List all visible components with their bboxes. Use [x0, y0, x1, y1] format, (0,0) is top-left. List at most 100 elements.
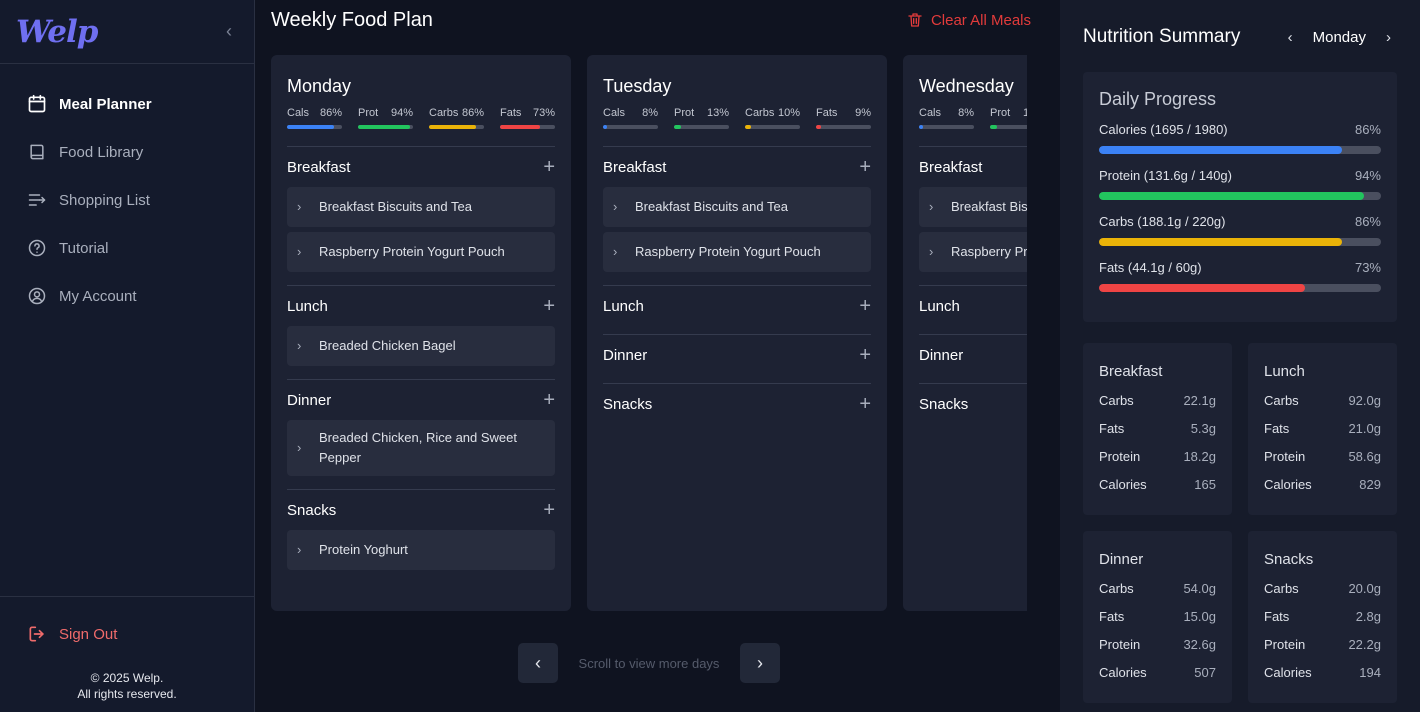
macro-percent: 13%: [706, 107, 729, 119]
prev-day-button[interactable]: ‹: [1282, 29, 1299, 46]
next-day-button[interactable]: ›: [1380, 29, 1397, 46]
nutrient-label: Fats: [1099, 609, 1125, 624]
food-item[interactable]: › Breaded Chicken, Rice and Sweet Pepper: [287, 420, 555, 476]
nutrition-summary-panel: Nutrition Summary ‹ Monday › Daily Progr…: [1060, 0, 1420, 712]
nutrient-label: Carbs: [1099, 581, 1134, 596]
nutrient-value: 2.8g: [1355, 609, 1381, 624]
welp-logo[interactable]: Welp: [16, 14, 98, 50]
progress-bar: [1099, 238, 1381, 246]
sidebar-item-food-library[interactable]: Food Library: [0, 128, 254, 176]
clear-all-meals-label: Clear All Meals: [930, 11, 1031, 29]
food-item[interactable]: › Raspberry Protein Yogurt Pouch: [919, 232, 1027, 272]
meal-summary-snacks: Snacks Carbs 20.0g Fats 2.8g Protein 22.2g Calo…: [1248, 531, 1397, 703]
add-food-plus-icon[interactable]: +: [859, 394, 871, 414]
chevron-right-icon: ›: [297, 244, 302, 259]
chevron-right-icon: ›: [929, 199, 934, 214]
meal-section-lunch: Lunch + › Breaded Chicken Bagel: [287, 286, 555, 380]
add-food-plus-icon[interactable]: +: [859, 345, 871, 365]
macro-progress-fill: [500, 125, 541, 129]
meal-section-breakfast: Breakfast + › Breakfast Biscuits and Tea › Ra…: [603, 147, 871, 286]
add-food-plus-icon[interactable]: +: [543, 157, 555, 177]
food-item[interactable]: › Protein Yoghurt: [287, 530, 555, 570]
progress-fill: [1099, 146, 1342, 154]
macro-label: Carbs: [745, 107, 775, 119]
macro-percent: 86%: [319, 107, 342, 119]
nutrient-row: Fats 5.3g: [1099, 421, 1216, 449]
food-item[interactable]: › Raspberry Protein Yogurt Pouch: [603, 232, 871, 272]
add-food-plus-icon[interactable]: +: [543, 390, 555, 410]
calendar-icon: [28, 94, 46, 113]
food-item-name: Breakfast Biscuits and Tea: [951, 199, 1027, 214]
nutrient-value: 20.0g: [1348, 581, 1381, 596]
nutrient-row: Protein 32.6g: [1099, 637, 1216, 665]
sidebar-item-tutorial[interactable]: Tutorial: [0, 224, 254, 272]
macro-header: Carbs 86%: [429, 107, 484, 121]
food-item[interactable]: › Breakfast Biscuits and Tea: [919, 187, 1027, 227]
days-scroll-area[interactable]: Monday Cals 86% Prot 94% Carbs 86% Fats 73% Break…: [271, 55, 1027, 611]
food-item-name: Breaded Chicken Bagel: [319, 338, 456, 353]
sign-out-button[interactable]: Sign Out: [0, 597, 254, 671]
nutrient-row: Fats 2.8g: [1264, 609, 1381, 637]
macro-label: Prot: [358, 107, 379, 119]
sidebar-item-label: Tutorial: [59, 239, 109, 257]
app: Welp ‹ Meal Planner Food Library Shoppin…: [0, 0, 1420, 712]
clear-all-meals-button[interactable]: Clear All Meals: [907, 12, 1031, 29]
scroll-prev-button[interactable]: ‹: [518, 643, 558, 683]
macro-label: Cals: [603, 107, 626, 119]
meal-title: Lunch: [919, 297, 960, 315]
food-item-name: Protein Yoghurt: [319, 542, 408, 557]
meal-section-dinner: Dinner +: [603, 335, 871, 384]
copyright: © 2025 Welp. All rights reserved.: [0, 670, 254, 702]
meal-title: Lunch: [287, 297, 328, 315]
meal-header: Breakfast +: [287, 147, 555, 187]
meal-header: Lunch+: [919, 286, 1027, 326]
scroll-hint: Scroll to view more days: [578, 655, 720, 671]
book-icon: [30, 144, 44, 160]
macro-progress-bar: [990, 125, 1027, 129]
food-item[interactable]: › Raspberry Protein Yogurt Pouch: [287, 232, 555, 272]
nutrient-row: Carbs 54.0g: [1099, 581, 1216, 609]
nutrient-label: Protein: [1099, 637, 1141, 652]
meal-header: Breakfast +: [603, 147, 871, 187]
food-item[interactable]: › Breakfast Biscuits and Tea: [603, 187, 871, 227]
day-macro-row: Cals 8% Prot 13% Carbs10% Fats 9%: [603, 107, 871, 147]
sign-out-icon: [29, 626, 44, 642]
progress-header: Fats (44.1g / 60g) 73%: [1099, 260, 1381, 280]
food-item-name: Breaded Chicken, Rice and Sweet Pepper: [319, 430, 518, 465]
add-food-plus-icon[interactable]: +: [543, 500, 555, 520]
progress-percent: 94%: [1354, 168, 1381, 183]
meal-title: Snacks: [603, 395, 653, 413]
macro-progress-fill: [919, 125, 924, 129]
progress-bar: [1099, 192, 1381, 200]
days-track: Monday Cals 86% Prot 94% Carbs 86% Fats 73% Break…: [271, 55, 1027, 611]
macro-header: Carbs 10%: [745, 107, 800, 121]
nutrient-row: Fats 21.0g: [1264, 421, 1381, 449]
meal-title: Snacks: [287, 501, 337, 519]
sidebar-item-my-account[interactable]: My Account: [0, 272, 254, 320]
scroll-next-button[interactable]: ›: [740, 643, 780, 683]
nutrient-value: 15.0g: [1183, 609, 1216, 624]
macro-cals: Cals 8%: [919, 107, 974, 146]
day-card-monday: Monday Cals 86% Prot 94% Carbs 86% Fats 73% Break…: [271, 55, 571, 611]
chevron-right-icon: ›: [297, 542, 302, 557]
meal-summary-title: Breakfast: [1099, 363, 1163, 380]
meal-section-snacks: Snacks+: [919, 384, 1027, 432]
meal-header: Lunch+: [603, 286, 871, 326]
add-food-plus-icon[interactable]: +: [859, 157, 871, 177]
trash-icon: [908, 13, 922, 27]
add-food-plus-icon[interactable]: +: [543, 296, 555, 316]
sidebar-item-shopping-list[interactable]: Shopping List: [0, 176, 254, 224]
sidebar-item-meal-planner[interactable]: Meal Planner: [0, 80, 254, 128]
macro-label: Prot: [990, 107, 1011, 119]
macro-progress-bar: [919, 125, 974, 129]
progress-label: Protein (131.6g / 140g): [1099, 168, 1232, 183]
nutrient-row: Carbs 20.0g: [1264, 581, 1381, 609]
collapse-sidebar-icon[interactable]: ‹: [226, 21, 232, 42]
nutrient-label: Protein: [1264, 637, 1306, 652]
food-item[interactable]: › Breaded Chicken Bagel: [287, 326, 555, 366]
nutrient-row: Protein 18.2g: [1099, 449, 1216, 477]
food-item[interactable]: › Breakfast Biscuits and Tea: [287, 187, 555, 227]
nutrient-value: 194: [1359, 665, 1381, 680]
meal-summary-breakfast: Breakfast Carbs 22.1g Fats 5.3g Protein 18.2g C…: [1083, 343, 1232, 515]
add-food-plus-icon[interactable]: +: [859, 296, 871, 316]
